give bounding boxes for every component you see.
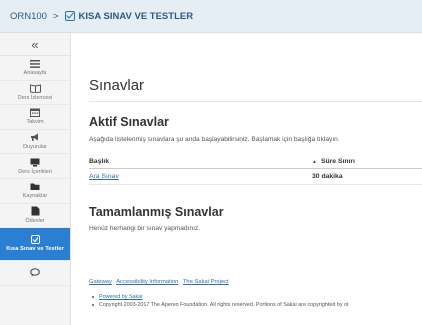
- megaphone-icon: [30, 133, 41, 142]
- sidebar-item-kaynaklar[interactable]: Kaynaklar: [0, 179, 70, 204]
- list-item: Copyright 2003-2017 The Apereo Foundatio…: [89, 301, 349, 309]
- bullet-icon: [92, 296, 94, 298]
- column-header-title[interactable]: Başlık: [89, 155, 312, 169]
- completed-exams-description: Henüz herhangi bir sınav yapmadınız.: [89, 225, 201, 232]
- footer-link-accessibility[interactable]: Accessibility Information: [116, 279, 178, 285]
- sidebar-item-ders-izlencesi[interactable]: Ders İzlencesi: [0, 81, 70, 106]
- sidebar-item-label: Ders İçerikleri: [18, 168, 52, 175]
- page-title: Sınavlar: [89, 77, 145, 94]
- sidebar-item-anasayfa[interactable]: Anasayfa: [0, 56, 70, 81]
- column-header-time-limit[interactable]: ▲ Süre Sınırı: [312, 155, 422, 169]
- active-exams-heading: Aktif Sınavlar: [89, 115, 169, 129]
- table-header-row: Başlık ▲ Süre Sınırı: [89, 155, 422, 169]
- breadcrumb-separator: >: [52, 10, 59, 22]
- footer-list: Powered by Sakai Copyright 2003-2017 The…: [89, 293, 349, 309]
- collapse-sidebar-button[interactable]: «: [0, 33, 70, 56]
- chat-icon: [30, 268, 41, 277]
- sidebar-item-label: Ders İzlencesi: [17, 94, 53, 101]
- sidebar-item-label: Takvim: [26, 119, 44, 126]
- assignment-icon: [30, 206, 41, 216]
- list-item: Powered by Sakai: [89, 293, 349, 301]
- breadcrumb-site-link[interactable]: ORN100: [10, 11, 47, 22]
- active-exams-description: Aşağıda listelenmiş sınavlara şu anda ba…: [89, 136, 340, 143]
- footer-link-gateway[interactable]: Gateway: [89, 279, 112, 285]
- time-limit-value: 30 dakika: [312, 173, 343, 180]
- double-chevron-left-icon: «: [31, 36, 39, 52]
- sidebar-item-odevler[interactable]: Ödevler: [0, 204, 70, 229]
- active-exams-table: Başlık ▲ Süre Sınırı Ara Sınav 30 dakika: [89, 155, 422, 185]
- sidebar-item-takvim[interactable]: Takvim: [0, 105, 70, 130]
- content-icon: [30, 158, 41, 167]
- footer-links: Gateway Accessibility Information The Sa…: [89, 279, 232, 285]
- sidebar-item-label: Duyurular: [23, 144, 47, 151]
- breadcrumb-tool-title: KISA SINAV VE TESTLER: [78, 10, 194, 22]
- sidebar-item-label: Kısa Sınav ve Testler: [6, 246, 64, 253]
- menu-icon: [30, 59, 41, 68]
- breadcrumb: ORN100 > KISA SINAV VE TESTLER: [0, 0, 422, 33]
- sidebar-item-ders-icerikleri[interactable]: Ders İçerikleri: [0, 154, 70, 179]
- copyright-text: Copyright 2003-2017 The Apereo Foundatio…: [99, 302, 349, 308]
- tool-sidebar: « Anasayfa Ders İzlencesi Takvim Duyurul…: [0, 33, 71, 325]
- checkbox-icon: [64, 11, 75, 21]
- folder-icon: [30, 182, 41, 191]
- sidebar-item-duyurular[interactable]: Duyurular: [0, 130, 70, 155]
- sidebar-item-label: Kaynaklar: [22, 193, 48, 200]
- main-content: Sınavlar Aktif Sınavlar Aşağıda listelen…: [71, 33, 422, 325]
- sidebar-item-label: Ödevler: [25, 217, 45, 224]
- bullet-icon: [92, 304, 94, 306]
- sidebar-item-label: Anasayfa: [23, 70, 47, 77]
- book-icon: [29, 84, 41, 93]
- sort-arrow-icon: ▲: [312, 159, 317, 165]
- powered-by-link[interactable]: Powered by Sakai: [99, 294, 142, 300]
- sidebar-item-chat[interactable]: [0, 261, 70, 286]
- completed-exams-heading: Tamamlanmış Sınavlar: [89, 205, 224, 219]
- exam-link[interactable]: Ara Sınav: [89, 173, 119, 180]
- footer-link-sakai-project[interactable]: The Sakai Project: [183, 279, 229, 285]
- column-header-label: Süre Sınırı: [320, 158, 355, 165]
- table-row: Ara Sınav 30 dakika: [89, 168, 422, 185]
- calendar-icon: [30, 108, 41, 118]
- sidebar-item-kisa-sinav[interactable]: Kısa Sınav ve Testler: [0, 228, 70, 262]
- check-icon: [30, 235, 41, 245]
- divider: [89, 101, 422, 102]
